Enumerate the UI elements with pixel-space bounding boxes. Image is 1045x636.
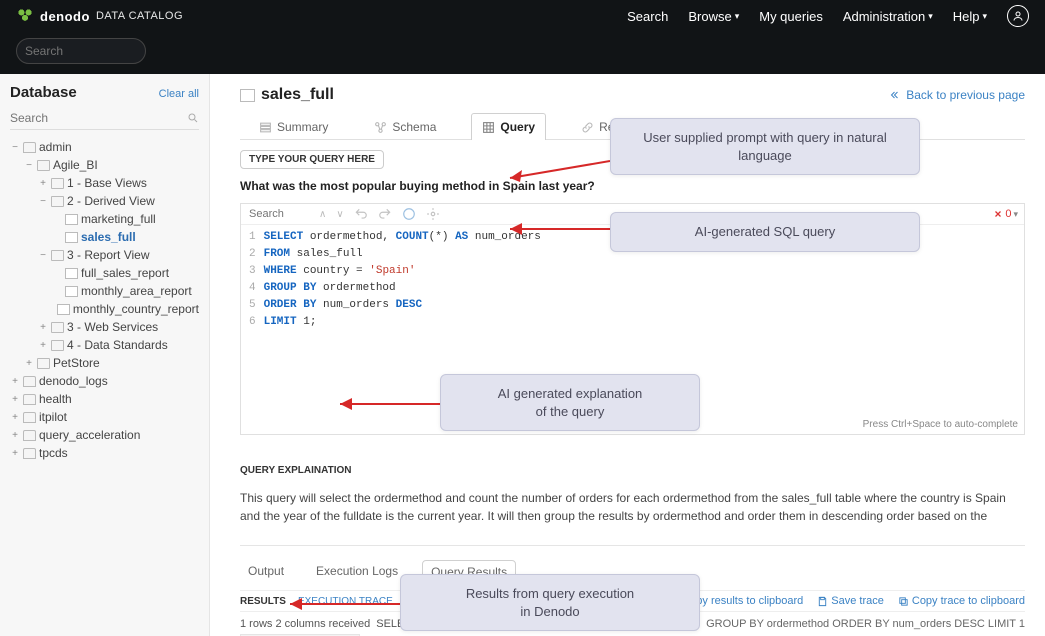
tab-query[interactable]: Query [471, 113, 546, 140]
tree-node-agile-bi[interactable]: −Agile_BI [10, 156, 199, 174]
tree-node-monthly-country-report[interactable]: monthly_country_report [10, 300, 199, 318]
tree-node-web-services[interactable]: +3 - Web Services [10, 318, 199, 336]
sql-editor-search-input[interactable] [249, 208, 309, 220]
callout-explain: AI generated explanation of the query [440, 374, 700, 431]
nav-next-icon[interactable]: ∨ [336, 209, 343, 220]
tree-node-sales-full[interactable]: sales_full [10, 228, 199, 246]
line-numbers: 123456 [241, 229, 264, 331]
back-link[interactable]: Back to previous page [890, 88, 1025, 102]
nl-prompt-text[interactable]: What was the most popular buying method … [240, 173, 1025, 199]
sidebar-heading: Database Clear all [10, 84, 199, 101]
nav-prev-icon[interactable]: ∧ [319, 209, 326, 220]
callout-sql: AI-generated SQL query [610, 212, 920, 252]
main-panel: sales_full Back to previous page Summary… [210, 74, 1045, 636]
sidebar-search[interactable] [10, 107, 199, 130]
tree-node-full-sales-report[interactable]: full_sales_report [10, 264, 199, 282]
save-icon [817, 596, 828, 607]
brand-logo-area: denodo DATA CATALOG [16, 7, 183, 25]
result-tab-output[interactable]: Output [240, 560, 292, 584]
callout-prompt: User supplied prompt with query in natur… [610, 118, 920, 175]
brand-suffix: DATA CATALOG [96, 10, 183, 22]
tree-node-query-acceleration[interactable]: +query_acceleration [10, 426, 199, 444]
nav-myqueries[interactable]: My queries [759, 9, 823, 24]
type-query-label: TYPE YOUR QUERY HERE [240, 150, 384, 169]
copy-trace-button[interactable]: Copy trace to clipboard [898, 595, 1025, 607]
table-icon [240, 89, 255, 102]
tree-node-monthly-area-report[interactable]: monthly_area_report [10, 282, 199, 300]
brand-name: denodo [40, 9, 90, 24]
schema-icon [374, 121, 387, 134]
settings-icon[interactable] [426, 207, 440, 221]
tree-node-data-standards[interactable]: +4 - Data Standards [10, 336, 199, 354]
nav-browse[interactable]: Browse▾ [688, 9, 739, 24]
explain-text: This query will select the ordermethod a… [240, 483, 1025, 535]
result-tab-logs[interactable]: Execution Logs [308, 560, 406, 584]
nav-help[interactable]: Help▾ [953, 9, 987, 24]
tree-node-report-view[interactable]: −3 - Report View [10, 246, 199, 264]
sql-code[interactable]: SELECT ordermethod, COUNT(*) AS num_orde… [264, 229, 551, 331]
tree-node-marketing-full[interactable]: marketing_full [10, 210, 199, 228]
sidebar: Database Clear all −admin −Agile_BI +1 -… [0, 74, 210, 636]
back-icon [890, 89, 902, 101]
clear-all-link[interactable]: Clear all [159, 88, 199, 100]
close-icon [993, 209, 1003, 219]
tree-node-tpcds[interactable]: +tpcds [10, 444, 199, 462]
view-title: sales_full [240, 86, 334, 104]
global-search-pill[interactable] [16, 38, 146, 64]
global-search-input[interactable] [25, 44, 180, 58]
error-badge[interactable]: 0 ▾ [993, 208, 1018, 220]
result-row-count: 1 rows 2 columns received [240, 618, 370, 630]
summary-icon [259, 121, 272, 134]
global-search-row [0, 32, 1045, 74]
chevron-down-icon: ▾ [735, 11, 740, 22]
result-sql-tail: GROUP BY ordermethod ORDER BY num_orders… [706, 618, 1025, 630]
relationships-icon [581, 121, 594, 134]
tab-schema[interactable]: Schema [363, 113, 447, 140]
topnav: Search Browse▾ My queries Administration… [627, 5, 1029, 27]
user-avatar-icon[interactable] [1007, 5, 1029, 27]
save-trace-button[interactable]: Save trace [817, 595, 884, 607]
chevron-down-icon: ▾ [928, 11, 933, 22]
chevron-down-icon: ▾ [982, 11, 987, 22]
tree-node-denodo-logs[interactable]: +denodo_logs [10, 372, 199, 390]
tree-node-petstore[interactable]: +PetStore [10, 354, 199, 372]
tree-node-base-views[interactable]: +1 - Base Views [10, 174, 199, 192]
explain-label: QUERY EXPLAINATION [240, 462, 360, 479]
nav-admin[interactable]: Administration▾ [843, 9, 933, 24]
tree-node-health[interactable]: +health [10, 390, 199, 408]
sidebar-search-input[interactable] [10, 111, 187, 125]
callout-results: Results from query execution in Denodo [400, 574, 700, 631]
tab-summary[interactable]: Summary [248, 113, 339, 140]
format-icon[interactable] [402, 207, 416, 221]
denodo-logo-icon [16, 7, 34, 25]
topbar: denodo DATA CATALOG Search Browse▾ My qu… [0, 0, 1045, 32]
tree-node-admin[interactable]: −admin [10, 138, 199, 156]
query-icon [482, 121, 495, 134]
database-tree: −admin −Agile_BI +1 - Base Views −2 - De… [10, 138, 199, 462]
redo-icon[interactable] [378, 207, 392, 221]
copy-icon [898, 596, 909, 607]
nav-search[interactable]: Search [627, 9, 668, 24]
tree-node-derived-view[interactable]: −2 - Derived View [10, 192, 199, 210]
undo-icon[interactable] [354, 207, 368, 221]
tree-node-itpilot[interactable]: +itpilot [10, 408, 199, 426]
search-icon [187, 112, 199, 124]
